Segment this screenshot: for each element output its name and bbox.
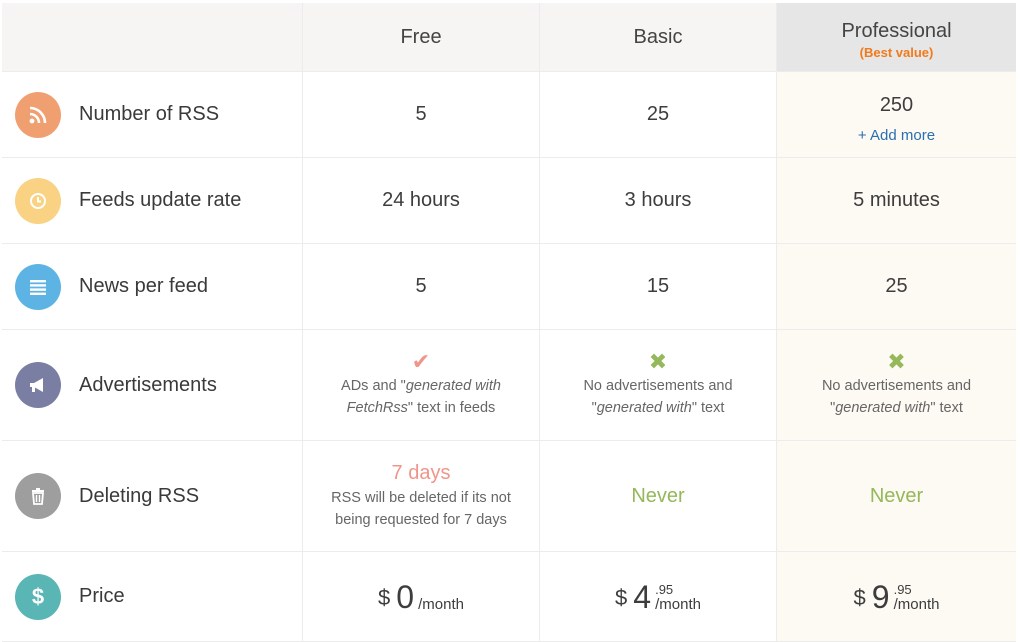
feature-label: News per feed — [79, 275, 208, 297]
clock-icon — [15, 177, 61, 224]
column-header-free: Free — [303, 3, 540, 72]
best-value-badge: (Best value) — [859, 45, 934, 60]
add-more-link[interactable]: + Add more — [858, 127, 935, 144]
pricing-table: Free Basic Professional (Best value) Num… — [2, 3, 1016, 642]
feature-label: Advertisements — [79, 373, 217, 396]
feature-label: Deleting RSS — [79, 484, 200, 507]
check-icon: ✔ — [411, 349, 431, 374]
price-basic-value: $ 4 .95/month — [540, 552, 777, 642]
ads-basic-value: ✖ No advertisements and "generated with" … — [540, 330, 777, 441]
news-pro-value: 25 — [777, 244, 1016, 330]
news-basic-value: 15 — [540, 244, 777, 330]
feature-number-of-rss: Number of RSS — [2, 72, 303, 158]
price-free-value: $ 0 /month — [303, 552, 540, 642]
feature-price: $ Price — [2, 552, 303, 642]
feature-advertisements: Advertisements — [2, 330, 303, 441]
list-icon — [15, 263, 61, 310]
megaphone-icon — [15, 362, 61, 408]
update-pro-value: 5 minutes — [777, 158, 1016, 244]
update-free-value: 24 hours — [303, 158, 540, 244]
rss-basic-value: 25 — [540, 72, 777, 158]
feature-deleting-rss: Deleting RSS — [2, 441, 303, 552]
column-header-professional: Professional (Best value) — [777, 3, 1016, 72]
feature-label: Feeds update rate — [79, 189, 242, 211]
delete-pro-value: Never — [777, 441, 1016, 552]
feature-label: Price — [79, 585, 125, 607]
news-free-value: 5 — [303, 244, 540, 330]
cross-icon: ✖ — [648, 349, 668, 374]
rss-icon — [15, 91, 61, 138]
delete-basic-value: Never — [540, 441, 777, 552]
feature-news-per-feed: News per feed — [2, 244, 303, 330]
column-header-basic: Basic — [540, 3, 777, 72]
update-basic-value: 3 hours — [540, 158, 777, 244]
cross-icon: ✖ — [887, 349, 906, 374]
rss-free-value: 5 — [303, 72, 540, 158]
price-pro-value: $ 9 .95/month — [777, 552, 1016, 642]
delete-free-value: 7 days RSS will be deleted if its not bei… — [303, 441, 540, 552]
header-empty-cell — [2, 3, 303, 72]
trash-icon — [15, 473, 61, 519]
feature-label: Number of RSS — [79, 103, 220, 125]
ads-free-value: ✔ ADs and "generated with FetchRss" text … — [303, 330, 540, 441]
rss-pro-value: 250 + Add more — [777, 72, 1016, 158]
feature-update-rate: Feeds update rate — [2, 158, 303, 244]
ads-pro-value: ✖ No advertisements and "generated with" … — [777, 330, 1016, 441]
dollar-icon: $ — [15, 573, 61, 620]
